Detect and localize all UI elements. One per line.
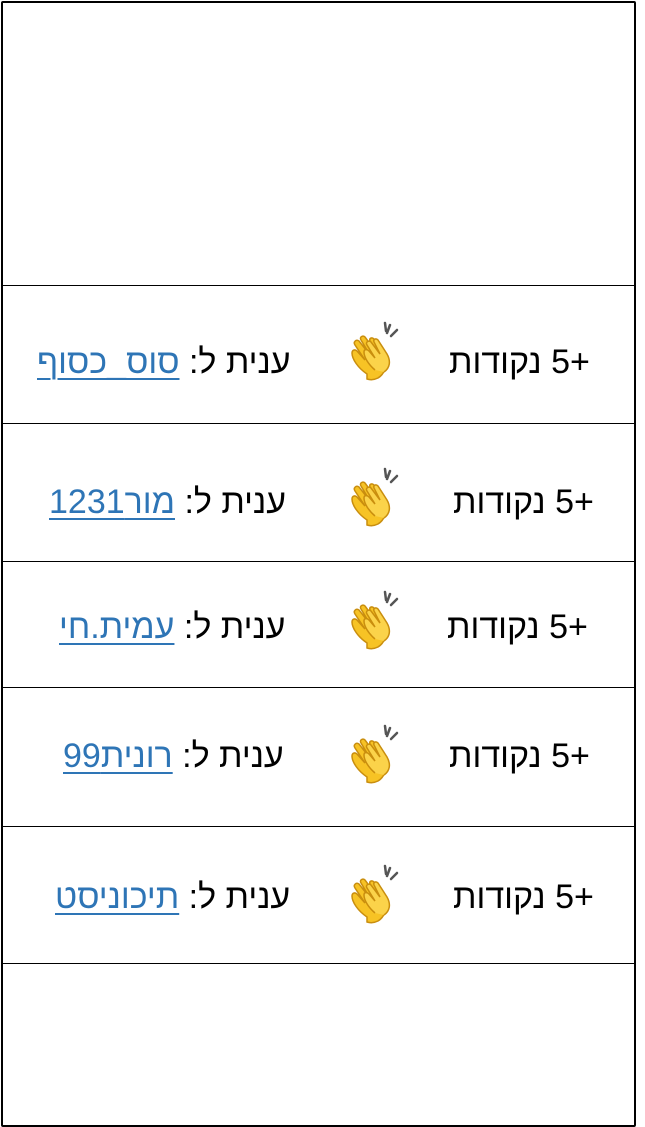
clapping-hands-icon bbox=[351, 590, 399, 650]
points-label: +5 נקודות bbox=[449, 737, 590, 775]
footer-blank-area bbox=[3, 964, 634, 1124]
list-item: +5 נקודות ענית ל: סוס_כסוף bbox=[3, 286, 634, 423]
reply-line: ענית ל: רונית99 bbox=[63, 739, 284, 773]
reply-prefix: ענית ל: bbox=[172, 737, 284, 775]
reply-line: ענית ל: סוס_כסוף bbox=[37, 345, 291, 379]
user-link[interactable]: עמית.חי bbox=[59, 608, 174, 646]
user-link[interactable]: סוס_כסוף bbox=[37, 343, 180, 381]
reply-prefix: ענית ל: bbox=[175, 483, 287, 521]
clapping-hands-icon bbox=[351, 467, 399, 527]
list-item: +5 נקודות ענית ל: תיכוניסט bbox=[3, 827, 634, 963]
user-link[interactable]: תיכוניסט bbox=[55, 878, 179, 916]
user-link[interactable]: רונית99 bbox=[63, 737, 173, 775]
reply-prefix: ענית ל: bbox=[174, 608, 286, 646]
reply-line: ענית ל: מור1231 bbox=[49, 485, 286, 519]
clapping-hands-icon bbox=[351, 724, 399, 784]
header-blank-area bbox=[3, 3, 634, 285]
points-label: +5 נקודות bbox=[453, 483, 594, 521]
points-label: +5 נקודות bbox=[447, 608, 588, 646]
points-label: +5 נקודות bbox=[453, 878, 594, 916]
list-item: +5 נקודות ענית ל: עמית.חי bbox=[3, 562, 634, 687]
reply-prefix: ענית ל: bbox=[179, 878, 291, 916]
reply-line: ענית ל: תיכוניסט bbox=[55, 880, 290, 914]
list-item: +5 נקודות ענית ל: מור1231 bbox=[3, 424, 634, 561]
user-link[interactable]: מור1231 bbox=[49, 483, 175, 521]
reply-prefix: ענית ל: bbox=[179, 343, 291, 381]
points-label: +5 נקודות bbox=[449, 343, 590, 381]
reply-line: ענית ל: עמית.חי bbox=[59, 610, 285, 644]
clapping-hands-icon bbox=[351, 864, 399, 924]
list-item: +5 נקודות ענית ל: רונית99 bbox=[3, 688, 634, 826]
clapping-hands-icon bbox=[351, 321, 399, 381]
